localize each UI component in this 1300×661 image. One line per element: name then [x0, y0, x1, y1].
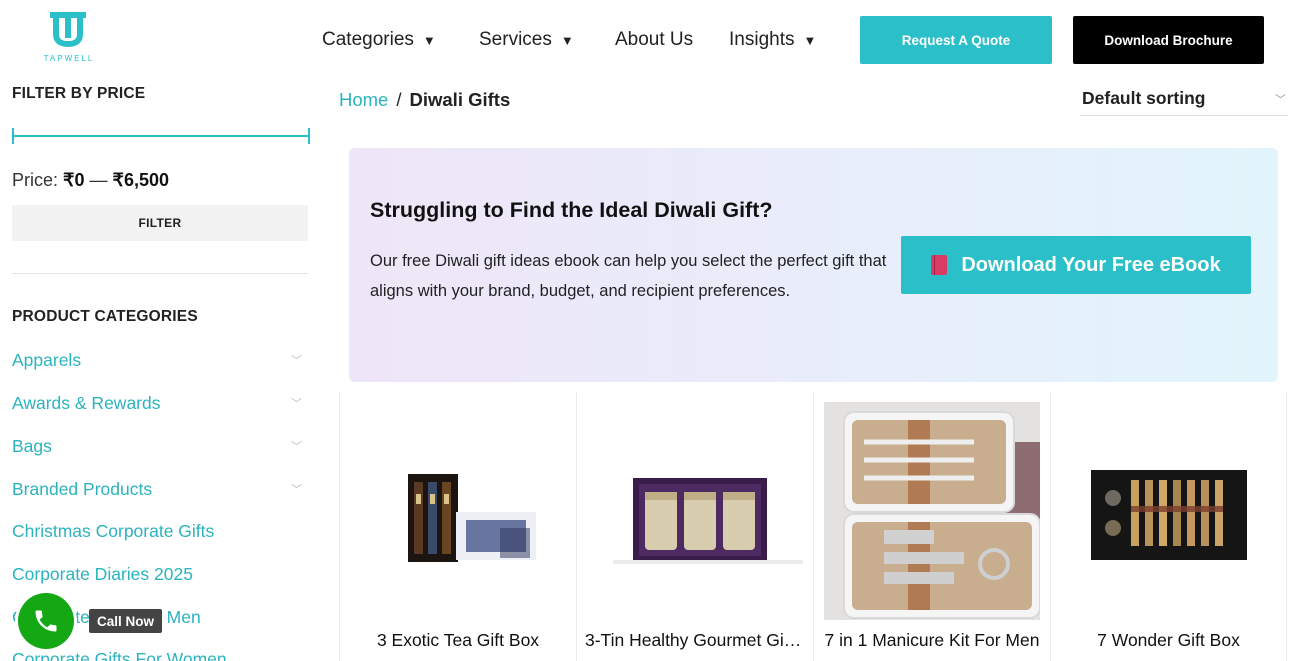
nav-about-us[interactable]: About Us: [615, 27, 693, 53]
nav-services[interactable]: Services ▼: [479, 27, 574, 53]
call-now-label[interactable]: Call Now: [89, 609, 162, 633]
caret-down-icon: ▼: [560, 32, 574, 48]
call-now-button[interactable]: [18, 593, 74, 649]
chevron-down-icon: ﹀: [1275, 93, 1286, 106]
product-image[interactable]: [350, 402, 566, 620]
ebook-promo-banner: Struggling to Find the Ideal Diwali Gift…: [349, 148, 1278, 382]
category-label: Bags: [12, 435, 52, 456]
price-max: ₹6,500: [112, 170, 170, 190]
book-icon: [931, 255, 948, 275]
category-corporate-gifts-women[interactable]: Corporate Gifts For Women: [12, 647, 302, 661]
category-label: Corporate Gifts For Women: [12, 648, 227, 661]
chevron-down-icon[interactable]: ﹀: [291, 395, 302, 411]
product-categories-heading: PRODUCT CATEGORIES: [12, 308, 198, 325]
banner-description: Our free Diwali gift ideas ebook can hel…: [370, 252, 887, 300]
sort-select[interactable]: Default sorting ﹀: [1080, 82, 1288, 116]
chevron-down-icon[interactable]: ﹀: [291, 481, 302, 497]
price-min: ₹0: [63, 170, 85, 190]
caret-down-icon: ▼: [803, 32, 817, 48]
brand-logo[interactable]: TAPWELL: [38, 10, 100, 64]
brand-name: TAPWELL: [43, 54, 95, 63]
sort-selected-value: Default sorting: [1082, 88, 1206, 108]
product-name[interactable]: 7 Wonder Gift Box: [1051, 630, 1286, 651]
caret-down-icon: ▼: [422, 32, 436, 48]
product-card[interactable]: 7 in 1 Manicure Kit For Men: [813, 392, 1050, 661]
product-card[interactable]: 3 Exotic Tea Gift Box: [339, 392, 576, 661]
slider-min-handle[interactable]: [12, 128, 14, 144]
nav-services-label: Services: [479, 29, 552, 50]
category-label: Christmas Corporate Gifts: [12, 520, 215, 541]
category-christmas-corporate-gifts[interactable]: Christmas Corporate Gifts: [12, 519, 302, 543]
filter-button[interactable]: FILTER: [12, 205, 308, 241]
category-label: Apparels: [12, 349, 82, 370]
category-label: Corporate Diaries 2025: [12, 563, 193, 584]
nav-about-label: About Us: [615, 29, 694, 50]
product-card[interactable]: 3-Tin Healthy Gourmet Gift Box: [576, 392, 813, 661]
breadcrumb-home-link[interactable]: Home: [339, 89, 388, 110]
category-bags[interactable]: Bags ﹀: [12, 434, 302, 458]
product-image[interactable]: [1061, 402, 1277, 620]
slider-max-handle[interactable]: [308, 128, 310, 144]
filter-by-price-heading: FILTER BY PRICE: [12, 85, 146, 102]
sidebar-divider: [12, 273, 308, 274]
nav-categories[interactable]: Categories ▼: [322, 27, 436, 53]
banner-title: Struggling to Find the Ideal Diwali Gift…: [370, 198, 773, 222]
chevron-down-icon[interactable]: ﹀: [291, 438, 302, 454]
breadcrumb-current: Diwali Gifts: [409, 89, 511, 110]
download-brochure-button[interactable]: Download Brochure: [1073, 16, 1264, 64]
category-branded-products[interactable]: Branded Products ﹀: [12, 477, 302, 501]
price-label: Price:: [12, 170, 59, 190]
download-ebook-button[interactable]: Download Your Free eBook: [901, 236, 1251, 294]
product-name[interactable]: 3-Tin Healthy Gourmet Gift Box: [577, 630, 813, 651]
phone-icon: [35, 610, 57, 632]
breadcrumb: Home / Diwali Gifts: [339, 89, 510, 111]
slider-track: [12, 135, 310, 137]
price-dash: —: [89, 170, 108, 190]
price-range-slider[interactable]: [12, 128, 310, 144]
category-awards-rewards[interactable]: Awards & Rewards ﹀: [12, 391, 302, 415]
nav-insights[interactable]: Insights ▼: [729, 27, 816, 53]
product-card[interactable]: 7 Wonder Gift Box: [1050, 392, 1287, 661]
nav-categories-label: Categories: [322, 29, 414, 50]
category-corporate-diaries-2025[interactable]: Corporate Diaries 2025: [12, 562, 302, 586]
price-range-display: Price: ₹0 — ₹6,500: [12, 170, 169, 191]
nav-insights-label: Insights: [729, 29, 795, 50]
product-image[interactable]: [824, 402, 1040, 620]
breadcrumb-separator: /: [396, 89, 402, 110]
category-apparels[interactable]: Apparels ﹀: [12, 348, 302, 372]
chevron-down-icon[interactable]: ﹀: [291, 352, 302, 368]
download-ebook-label: Download Your Free eBook: [961, 253, 1221, 276]
tapwell-logo-icon: [50, 12, 86, 48]
product-name[interactable]: 7 in 1 Manicure Kit For Men: [814, 630, 1050, 651]
category-label: Awards & Rewards: [12, 392, 161, 413]
product-name[interactable]: 3 Exotic Tea Gift Box: [340, 630, 576, 651]
product-image[interactable]: [587, 402, 803, 620]
category-label: Branded Products: [12, 478, 153, 499]
request-quote-button[interactable]: Request A Quote: [860, 16, 1052, 64]
